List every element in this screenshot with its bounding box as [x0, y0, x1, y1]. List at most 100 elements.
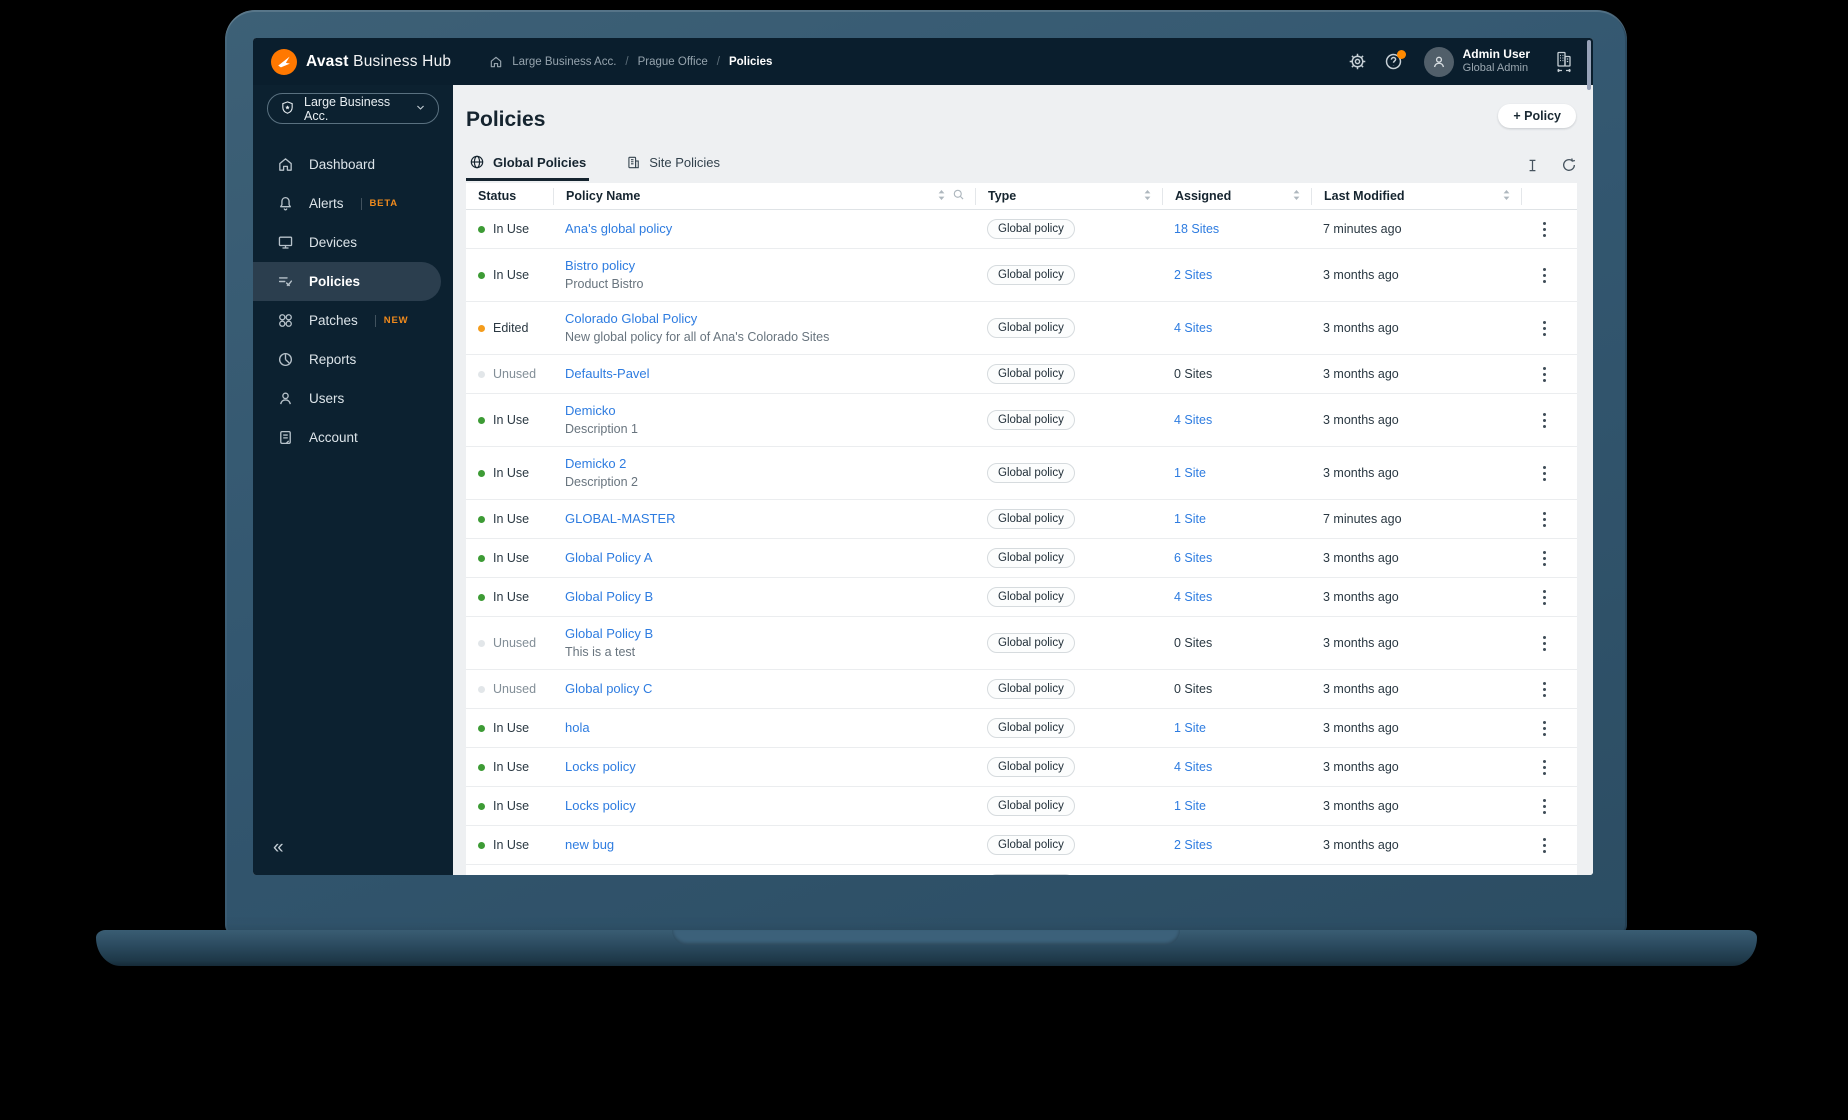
table-row[interactable]: In Use Demicko 2 Description 2 Global po…	[466, 447, 1577, 500]
policy-type-badge: Global policy	[987, 796, 1075, 816]
assigned-sites[interactable]: 1 Site	[1174, 466, 1206, 480]
globe-icon	[469, 154, 485, 170]
policy-name-link[interactable]: Ana's global policy	[565, 221, 975, 237]
row-menu-button[interactable]	[1533, 547, 1555, 569]
col-policy-name[interactable]: Policy Name	[553, 187, 975, 205]
row-menu-button[interactable]	[1533, 264, 1555, 286]
policy-name-link[interactable]: Demicko 2	[565, 456, 975, 472]
sidebar-item-reports[interactable]: Reports	[253, 340, 453, 379]
policy-name-link[interactable]: hola	[565, 720, 975, 736]
row-menu-button[interactable]	[1533, 586, 1555, 608]
add-policy-button[interactable]: + Policy	[1498, 104, 1576, 128]
company-switcher-icon[interactable]	[1553, 50, 1575, 74]
policy-name-link[interactable]: Global Policy B	[565, 589, 975, 605]
assigned-sites[interactable]: 18 Sites	[1174, 222, 1219, 236]
policy-name-link[interactable]: Colorado Global Policy	[565, 311, 975, 327]
row-menu-button[interactable]	[1533, 218, 1555, 240]
sort-icon[interactable]	[937, 189, 946, 204]
table-row[interactable]: In Use Global Policy A Global policy 6 S…	[466, 539, 1577, 578]
table-row[interactable]: In Use Bistro policy Product Bistro Glob…	[466, 249, 1577, 302]
status-cell: In Use	[466, 551, 553, 565]
assigned-sites[interactable]: 4 Sites	[1174, 321, 1212, 335]
sidebar-item-policies[interactable]: Policies	[253, 262, 441, 301]
policy-name-link[interactable]: Global policy C	[565, 681, 975, 697]
table-row[interactable]: In Use Demicko Description 1 Global poli…	[466, 394, 1577, 447]
col-status[interactable]: Status	[466, 188, 553, 205]
breadcrumb-account[interactable]: Large Business Acc.	[512, 56, 616, 68]
policy-name-cell: Global Policy A	[553, 550, 975, 566]
col-assigned[interactable]: Assigned	[1162, 187, 1311, 205]
tab-site-policies[interactable]: Site Policies	[623, 153, 723, 181]
policy-name-link[interactable]: Bistro policy	[565, 258, 975, 274]
col-type[interactable]: Type	[975, 187, 1162, 205]
settings-gear-icon[interactable]	[1348, 52, 1367, 71]
policy-name-link[interactable]: Defaults-Pavel	[565, 366, 975, 382]
home-icon[interactable]	[489, 55, 503, 69]
refresh-icon[interactable]	[1561, 157, 1577, 173]
col-actions	[1521, 187, 1577, 205]
policy-name-link[interactable]: new bug	[565, 837, 975, 853]
assigned-sites[interactable]: 4 Sites	[1174, 413, 1212, 427]
policy-name-link[interactable]: GLOBAL-MASTER	[565, 511, 975, 527]
row-menu-button[interactable]	[1533, 717, 1555, 739]
main-content: Policies + Policy Global Policies Site P…	[453, 85, 1593, 875]
sidebar-item-account[interactable]: Account	[253, 418, 453, 457]
assigned-sites[interactable]: 4 Sites	[1174, 760, 1212, 774]
sort-icon[interactable]	[1292, 189, 1301, 204]
scrollbar-thumb[interactable]	[1587, 40, 1591, 90]
row-menu-button[interactable]	[1533, 409, 1555, 431]
policy-name-link[interactable]: Global Policy B	[565, 626, 975, 642]
row-menu-button[interactable]	[1533, 462, 1555, 484]
help-icon[interactable]	[1384, 50, 1406, 71]
account-icon	[276, 429, 294, 447]
sidebar-item-dashboard[interactable]: Dashboard	[253, 145, 453, 184]
table-row[interactable]: In Use Ana's global policy Global policy…	[466, 210, 1577, 249]
table-row[interactable]: Edited Colorado Global Policy New global…	[466, 302, 1577, 355]
assigned-sites[interactable]: 6 Sites	[1174, 551, 1212, 565]
assigned-sites[interactable]: 2 Sites	[1174, 268, 1212, 282]
row-menu-button[interactable]	[1533, 795, 1555, 817]
sidebar-item-users[interactable]: Users	[253, 379, 453, 418]
sidebar-item-patches[interactable]: Patches NEW	[253, 301, 453, 340]
assigned-sites[interactable]: 1 Site	[1174, 799, 1206, 813]
table-row[interactable]: Unused Global Policy B This is a test Gl…	[466, 617, 1577, 670]
table-row[interactable]: In Use Locks policy Global policy 1 Site…	[466, 787, 1577, 826]
row-menu-button[interactable]	[1533, 756, 1555, 778]
user-menu[interactable]: Admin User Global Admin	[1423, 46, 1530, 77]
tab-global-policies[interactable]: Global Policies	[466, 152, 590, 181]
assigned-sites[interactable]: 1 Site	[1174, 721, 1206, 735]
policy-name-link[interactable]: Locks policy	[565, 798, 975, 814]
table-row[interactable]: In Use GLOBAL-MASTER Global policy 1 Sit…	[466, 500, 1577, 539]
row-menu-button[interactable]	[1533, 317, 1555, 339]
row-menu-button[interactable]	[1533, 363, 1555, 385]
row-menu-button[interactable]	[1533, 678, 1555, 700]
table-row[interactable]: In Use Locks policy Global policy 4 Site…	[466, 748, 1577, 787]
sort-icon[interactable]	[1502, 189, 1511, 204]
sort-icon[interactable]	[1143, 189, 1152, 204]
table-row[interactable]: In Use new bug Global policy 2 Sites 3 m…	[466, 826, 1577, 865]
assigned-sites[interactable]: 1 Site	[1174, 512, 1206, 526]
row-menu-button[interactable]	[1533, 632, 1555, 654]
policy-name-link[interactable]: Locks policy	[565, 759, 975, 775]
table-row[interactable]: In Use New global defaults Global policy…	[466, 865, 1577, 875]
assigned-sites[interactable]: 2 Sites	[1174, 838, 1212, 852]
actions-cell	[1521, 795, 1577, 817]
collapse-sidebar-button[interactable]: «	[273, 837, 284, 859]
sidebar-item-alerts[interactable]: Alerts BETA	[253, 184, 453, 223]
search-icon[interactable]	[952, 188, 965, 204]
assigned-sites[interactable]: 4 Sites	[1174, 590, 1212, 604]
account-selector[interactable]: Large Business Acc.	[267, 93, 439, 124]
col-last-modified[interactable]: Last Modified	[1311, 187, 1521, 205]
table-row[interactable]: Unused Global policy C Global policy 0 S…	[466, 670, 1577, 709]
table-row[interactable]: In Use hola Global policy 1 Site 3 month…	[466, 709, 1577, 748]
row-menu-button[interactable]	[1533, 508, 1555, 530]
sidebar-item-devices[interactable]: Devices	[253, 223, 453, 262]
policy-name-link[interactable]: Demicko	[565, 403, 975, 419]
table-row[interactable]: Unused Defaults-Pavel Global policy 0 Si…	[466, 355, 1577, 394]
row-menu-button[interactable]	[1533, 834, 1555, 856]
breadcrumb-site[interactable]: Prague Office	[638, 56, 708, 68]
policy-name-link[interactable]: Global Policy A	[565, 550, 975, 566]
column-settings-icon[interactable]	[1525, 158, 1540, 173]
row-menu-button[interactable]	[1533, 873, 1555, 875]
table-row[interactable]: In Use Global Policy B Global policy 4 S…	[466, 578, 1577, 617]
